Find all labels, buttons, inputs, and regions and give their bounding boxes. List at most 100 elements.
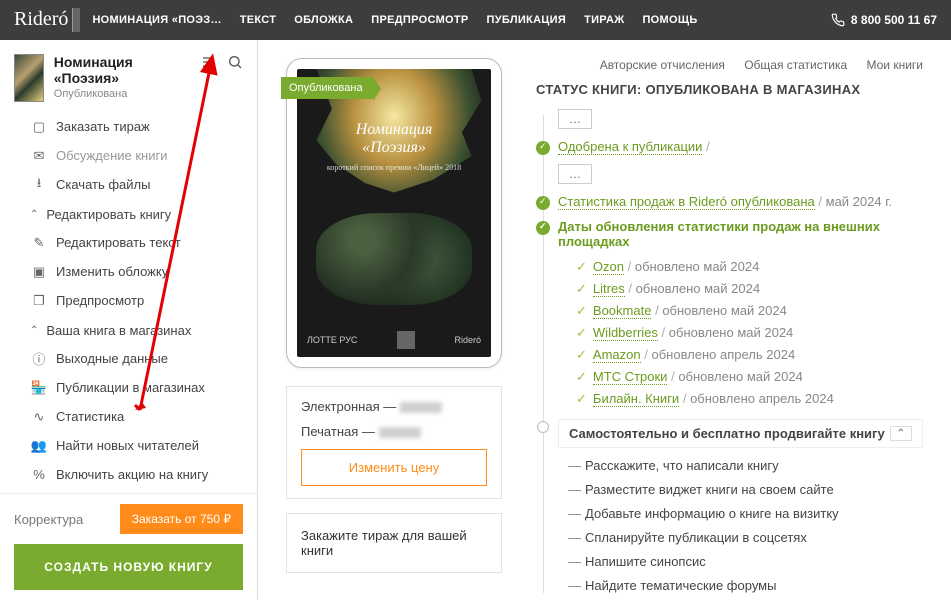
nav-nomination[interactable]: НОМИНАЦИЯ «ПОЭЗ… [92, 14, 221, 26]
order-proofreading-button[interactable]: Заказать от 750 ₽ [120, 504, 243, 534]
store-litres-link[interactable]: Litres [593, 281, 625, 297]
tip-item[interactable]: Расскажите, что написали книгу [585, 458, 779, 473]
topbar: Rideró НОМИНАЦИЯ «ПОЭЗ… ТЕКСТ ОБЛОЖКА ПР… [0, 0, 951, 40]
nav-help[interactable]: ПОМОЩЬ [642, 14, 697, 26]
check-icon: ✓ [576, 281, 587, 296]
percent-icon: % [30, 467, 48, 482]
nav-cover[interactable]: ОБЛОЖКА [294, 14, 353, 26]
proofreading-label: Корректура [14, 512, 83, 527]
top-right-links: Авторские отчисления Общая статистика Мо… [536, 58, 923, 72]
nav-publication[interactable]: ПУБЛИКАЦИЯ [487, 14, 567, 26]
tip-item[interactable]: Спланируйте публикации в соцсетях [585, 530, 807, 545]
download-icon: ⭳ [30, 174, 48, 196]
store-amazon-link[interactable]: Amazon [593, 347, 641, 363]
nav-text[interactable]: ТЕКСТ [240, 14, 277, 26]
main-content: Опубликована Номинация «Поэзия» короткий… [258, 40, 951, 600]
status-stats-published-link[interactable]: Статистика продаж в Rideró опубликована [558, 194, 815, 210]
price-print: Печатная — [301, 424, 487, 439]
order-tirazh-box: Закажите тираж для вашей книги [286, 513, 502, 573]
chevron-up-icon[interactable]: ⌃ [890, 426, 912, 441]
top-nav: НОМИНАЦИЯ «ПОЭЗ… ТЕКСТ ОБЛОЖКА ПРЕДПРОСМ… [92, 14, 697, 26]
store-bookmate-link[interactable]: Bookmate [593, 303, 652, 319]
status-approved-link[interactable]: Одобрена к публикации [558, 139, 702, 155]
status-heading: СТАТУС КНИГИ: ОПУБЛИКОВАНА В МАГАЗИНАХ [536, 82, 923, 97]
chart-icon: ∿ [30, 409, 48, 425]
phone-number[interactable]: 8 800 500 11 67 [831, 13, 937, 27]
tip-item[interactable]: Найдите тематические форумы [585, 578, 776, 593]
group-stores[interactable]: ⌃Ваша книга в магазинах [0, 315, 257, 344]
store-mts-link[interactable]: МТС Строки [593, 369, 668, 385]
store-beeline-link[interactable]: Билайн. Книги [593, 391, 679, 407]
menu-find-readers[interactable]: 👥Найти новых читателей [0, 431, 257, 460]
check-icon: ✓ [576, 303, 587, 318]
sort-icon[interactable] [201, 54, 217, 73]
menu-order-tirazh[interactable]: ▢Заказать тираж [0, 112, 257, 141]
chat-icon: ✉ [30, 148, 48, 164]
chevron-down-icon: ⌃ [30, 325, 38, 336]
change-price-button[interactable]: Изменить цену [301, 449, 487, 486]
expand-dots-button[interactable]: … [558, 164, 592, 184]
nav-preview[interactable]: ПРЕДПРОСМОТР [371, 14, 468, 26]
stats-date: май 2024 г. [826, 194, 892, 209]
info-icon: ⓘ [30, 349, 48, 368]
status-timeline: … Одобрена к публикации / … Статистика п… [536, 109, 923, 593]
menu-download[interactable]: ⭳Скачать файлы [0, 170, 257, 199]
store-ozon-link[interactable]: Ozon [593, 259, 624, 275]
group-edit-book[interactable]: ⌃Редактировать книгу [0, 199, 257, 228]
check-icon: ✓ [576, 259, 587, 274]
people-icon: 👥 [30, 438, 48, 454]
nav-tirazh[interactable]: ТИРАЖ [584, 14, 624, 26]
image-icon: ▣ [30, 264, 48, 280]
check-icon: ✓ [576, 325, 587, 340]
price-box: Электронная — Печатная — Изменить цену [286, 386, 502, 499]
book-thumbnail[interactable] [14, 54, 44, 102]
menu-publications[interactable]: 🏪Публикации в магазинах [0, 373, 257, 402]
menu-change-cover[interactable]: ▣Изменить обложку [0, 257, 257, 286]
sidebar: Номинация «Поэзия» Опубликована ▢Заказат… [0, 40, 258, 600]
create-new-book-button[interactable]: СОЗДАТЬ НОВУЮ КНИГУ [14, 544, 243, 590]
menu-metadata[interactable]: ⓘВыходные данные [0, 344, 257, 373]
link-my-books[interactable]: Мои книги [866, 58, 923, 72]
external-stats-heading: Даты обновления статистики продаж на вне… [558, 219, 880, 249]
menu-discussion[interactable]: ✉Обсуждение книги [0, 141, 257, 170]
menu-preview[interactable]: ❐Предпросмотр [0, 286, 257, 315]
pencil-icon: ✎ [30, 235, 48, 251]
cover-brand: Rideró [454, 335, 481, 345]
menu-edit-text[interactable]: ✎Редактировать текст [0, 228, 257, 257]
expand-dots-button[interactable]: … [558, 109, 592, 129]
store-update-list: ✓Ozon / обновлено май 2024 ✓Litres / обн… [576, 259, 923, 407]
tip-item[interactable]: Добавьте информацию о книге на визитку [585, 506, 839, 521]
phone-icon [831, 13, 845, 27]
check-icon: ✓ [576, 347, 587, 362]
published-ribbon: Опубликована [281, 77, 373, 99]
promo-section-header[interactable]: Самостоятельно и бесплатно продвигайте к… [558, 419, 923, 448]
box-icon: ▢ [30, 119, 48, 135]
link-royalties[interactable]: Авторские отчисления [600, 58, 725, 72]
store-icon: 🏪 [30, 380, 48, 396]
link-overall-stats[interactable]: Общая статистика [744, 58, 847, 72]
blurred-price [400, 402, 442, 413]
search-icon[interactable] [227, 54, 243, 73]
tip-item[interactable]: Разместите виджет книги на своем сайте [585, 482, 834, 497]
layers-icon: ❐ [30, 293, 48, 309]
cover-title: Номинация [297, 121, 491, 139]
cover-author-photo [397, 331, 415, 349]
sidebar-book-title: Номинация «Поэзия» [54, 54, 191, 86]
check-icon: ✓ [576, 369, 587, 384]
promo-tips-list: —Расскажите, что написали книгу —Размест… [568, 458, 923, 593]
menu-statistics[interactable]: ∿Статистика [0, 402, 257, 431]
sidebar-menu: ▢Заказать тираж ✉Обсуждение книги ⭳Скача… [0, 108, 257, 493]
tip-item[interactable]: Напишите синопсис [585, 554, 706, 569]
menu-enable-promo[interactable]: %Включить акцию на книгу [0, 460, 257, 489]
brand-logo[interactable]: Rideró [14, 8, 80, 32]
cover-publisher: ЛОТТЕ РУС [307, 335, 357, 345]
blurred-price [379, 427, 421, 438]
cover-title-2: «Поэзия» [297, 139, 491, 157]
check-icon: ✓ [576, 391, 587, 406]
book-cover-preview: Опубликована Номинация «Поэзия» короткий… [286, 58, 502, 368]
store-wildberries-link[interactable]: Wildberries [593, 325, 658, 341]
price-electronic: Электронная — [301, 399, 487, 414]
sidebar-book-status: Опубликована [54, 88, 191, 100]
chevron-down-icon: ⌃ [30, 209, 38, 220]
cover-subtitle: короткий список премии «Лицей» 2018 [297, 163, 491, 172]
